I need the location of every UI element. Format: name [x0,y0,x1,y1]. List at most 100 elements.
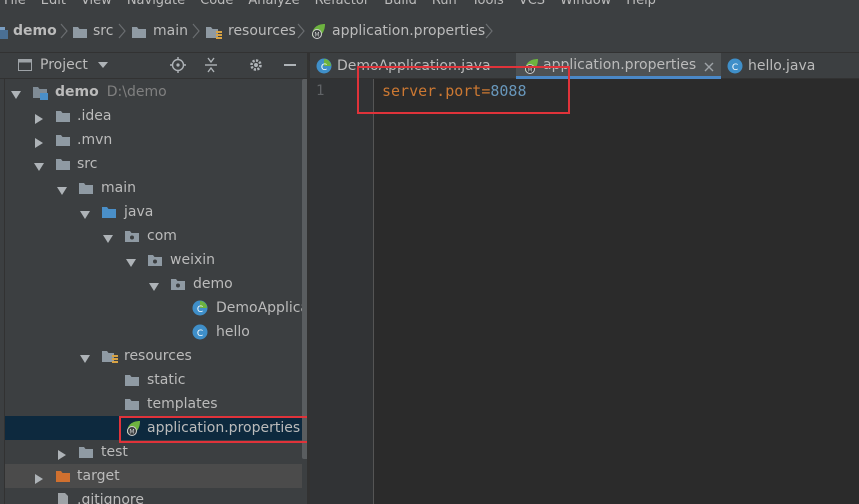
tree-item-label: templates [147,396,218,412]
resources-folder-icon [205,24,222,40]
chevron-down-icon[interactable] [79,206,91,219]
folder-icon [55,132,71,148]
breadcrumb: demo src main resources M application.pr… [0,10,859,53]
resources-folder-icon [101,348,118,364]
gear-icon[interactable] [247,56,265,74]
chevron-down-icon[interactable] [148,278,160,291]
tree-item-label: hello [216,324,250,340]
tree-item-label: main [101,180,136,196]
excluded-folder-icon [55,468,71,484]
breadcrumb-src[interactable]: src [93,20,113,42]
tree-item-demo-package[interactable]: demo [5,272,307,296]
folder-icon [124,372,140,388]
tree-item-label: src [77,156,98,172]
menu-item[interactable]: Help [626,0,656,8]
project-view-selector[interactable]: Project [40,57,88,73]
menu-item[interactable]: View [81,0,112,8]
package-icon [124,228,140,244]
chevron-down-icon[interactable] [56,182,68,195]
tab-hello[interactable]: C hello.java [721,53,841,78]
tree-item-resources[interactable]: resources [5,344,307,368]
chevron-down-icon[interactable] [79,350,91,363]
tree-item-target[interactable]: target [5,464,307,488]
tree-item-label: .idea [77,108,112,124]
menu-item[interactable]: File [4,0,26,8]
tree-item-main[interactable]: main [5,176,307,200]
menu-bar: File Edit View Navigate Code Analyze Refactor B… [0,0,859,10]
tree-item-test[interactable]: test [5,440,307,464]
folder-icon [55,156,71,172]
tree-item-label: DemoApplica [216,300,307,316]
tree-item-mvn[interactable]: .mvn [5,128,307,152]
locate-file-icon[interactable] [169,56,187,74]
chevron-right-icon[interactable] [56,446,68,460]
chevron-right-icon[interactable] [33,470,45,484]
tree-item-label: com [147,228,177,244]
code-editor[interactable]: server.port=8088 [374,79,859,504]
tree-item-demo-application[interactable]: C DemoApplica [5,296,307,320]
menu-item[interactable]: Build [384,0,417,8]
menu-item[interactable]: Run [432,0,457,8]
spring-properties-icon: M [309,22,325,39]
spring-boot-class-icon: C [192,300,208,316]
tree-item-label: target [77,468,120,484]
project-view-icon [16,56,34,74]
breadcrumb-resources[interactable]: resources [228,20,296,42]
svg-text:C: C [321,63,327,73]
tree-item-label: test [101,444,128,460]
tree-item-label: weixin [170,252,216,268]
minimize-icon[interactable] [281,56,299,74]
breadcrumb-separator-icon [118,23,126,39]
tree-item-idea[interactable]: .idea [5,104,307,128]
breadcrumb-application-properties[interactable]: application.properties [332,20,485,42]
source-folder-icon [101,204,117,220]
menu-item[interactable]: Analyze [248,0,299,8]
tree-item-label: static [147,372,186,388]
tree-item-com[interactable]: com [5,224,307,248]
chevron-down-icon[interactable] [94,56,112,74]
spring-boot-class-icon: C [316,58,332,74]
tree-item-src[interactable]: src [5,152,307,176]
highlight-box-tree [119,416,316,443]
svg-text:C: C [197,305,203,315]
tree-item-gitignore[interactable]: .gitignore [5,488,307,504]
folder-icon [124,396,140,412]
folder-icon [72,24,88,40]
breadcrumb-separator-icon [485,23,493,39]
menu-item[interactable]: VCS [519,0,545,8]
class-icon: C [727,58,743,74]
line-number: 1 [316,83,325,99]
chevron-down-icon[interactable] [10,86,22,99]
folder-icon [78,180,94,196]
folder-icon [78,444,94,460]
menu-item[interactable]: Window [560,0,611,8]
menu-item[interactable]: Tools [472,0,504,8]
breadcrumb-separator-icon [297,23,305,39]
chevron-right-icon[interactable] [33,110,45,124]
tree-item-demo-root[interactable]: demo D:\demo [5,80,307,104]
menu-item[interactable]: Refactor [315,0,370,8]
breadcrumb-demo[interactable]: demo [13,20,57,42]
menu-item[interactable]: Edit [41,0,66,8]
module-icon [32,84,48,100]
editor-gutter: 1 [310,79,374,504]
chevron-right-icon[interactable] [33,134,45,148]
tab-label: hello.java [748,57,816,74]
tree-item-templates[interactable]: templates [5,392,307,416]
chevron-down-icon[interactable] [125,254,137,267]
menu-item[interactable]: Navigate [127,0,185,8]
tree-item-weixin[interactable]: weixin [5,248,307,272]
collapse-all-icon[interactable] [202,56,220,74]
chevron-down-icon[interactable] [33,158,45,171]
module-icon [0,24,10,40]
tree-item-hello[interactable]: C hello [5,320,307,344]
menu-item[interactable]: Code [200,0,233,8]
close-icon[interactable] [704,60,714,71]
tree-item-label: .gitignore [77,492,144,504]
tree-item-label: demo D:\demo [55,84,167,100]
tree-item-static[interactable]: static [5,368,307,392]
tree-item-java[interactable]: java [5,200,307,224]
breadcrumb-main[interactable]: main [153,20,188,42]
chevron-down-icon[interactable] [102,230,114,243]
package-icon [147,252,163,268]
